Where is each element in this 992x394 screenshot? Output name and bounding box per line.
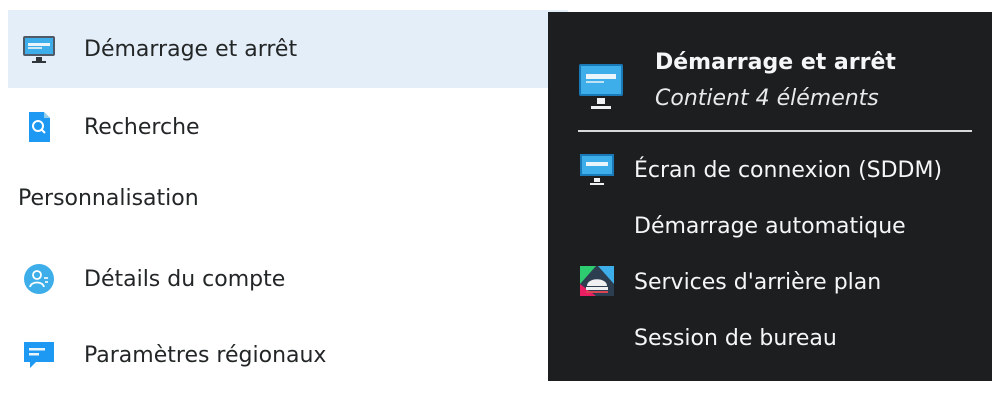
speech-bubble-icon [22,338,56,372]
tooltip-item-label: Écran de connexion (SDDM) [634,157,943,183]
section-header-personnalisation: Personnalisation [18,186,199,211]
sidebar-item-parametres-regionaux[interactable]: Paramètres régionaux [8,316,568,394]
category-tooltip: Démarrage et arrêt Contient 4 éléments É… [548,12,992,381]
sidebar-item-label: Démarrage et arrêt [84,36,298,62]
tooltip-title: Démarrage et arrêt [655,50,896,75]
tooltip-item-label: Démarrage automatique [634,213,906,239]
search-document-icon [22,110,56,144]
sidebar-item-demarrage-et-arret[interactable]: Démarrage et arrêt [8,10,568,88]
tooltip-item-label: Services d'arrière plan [634,269,882,295]
sidebar-item-label: Paramètres régionaux [84,342,327,368]
services-icon [578,264,618,300]
tooltip-divider [578,130,972,132]
monitor-icon [578,152,618,188]
tooltip-item-services-arriere-plan[interactable]: Services d'arrière plan [578,262,988,302]
sidebar-item-recherche[interactable]: Recherche [8,88,568,166]
tooltip-subtitle: Contient 4 éléments [655,86,879,111]
tooltip-item-ecran-de-connexion[interactable]: Écran de connexion (SDDM) [578,150,988,190]
monitor-icon [22,32,56,66]
sidebar-item-label: Détails du compte [84,266,286,292]
user-account-icon [22,262,56,296]
sidebar-item-label: Recherche [84,114,200,140]
tooltip-item-label: Session de bureau [634,325,837,351]
monitor-icon [578,58,624,114]
tooltip-item-demarrage-automatique[interactable]: Démarrage automatique [578,206,988,246]
sidebar-item-details-du-compte[interactable]: Détails du compte [8,240,568,318]
tooltip-item-session-de-bureau[interactable]: Session de bureau [578,318,988,358]
